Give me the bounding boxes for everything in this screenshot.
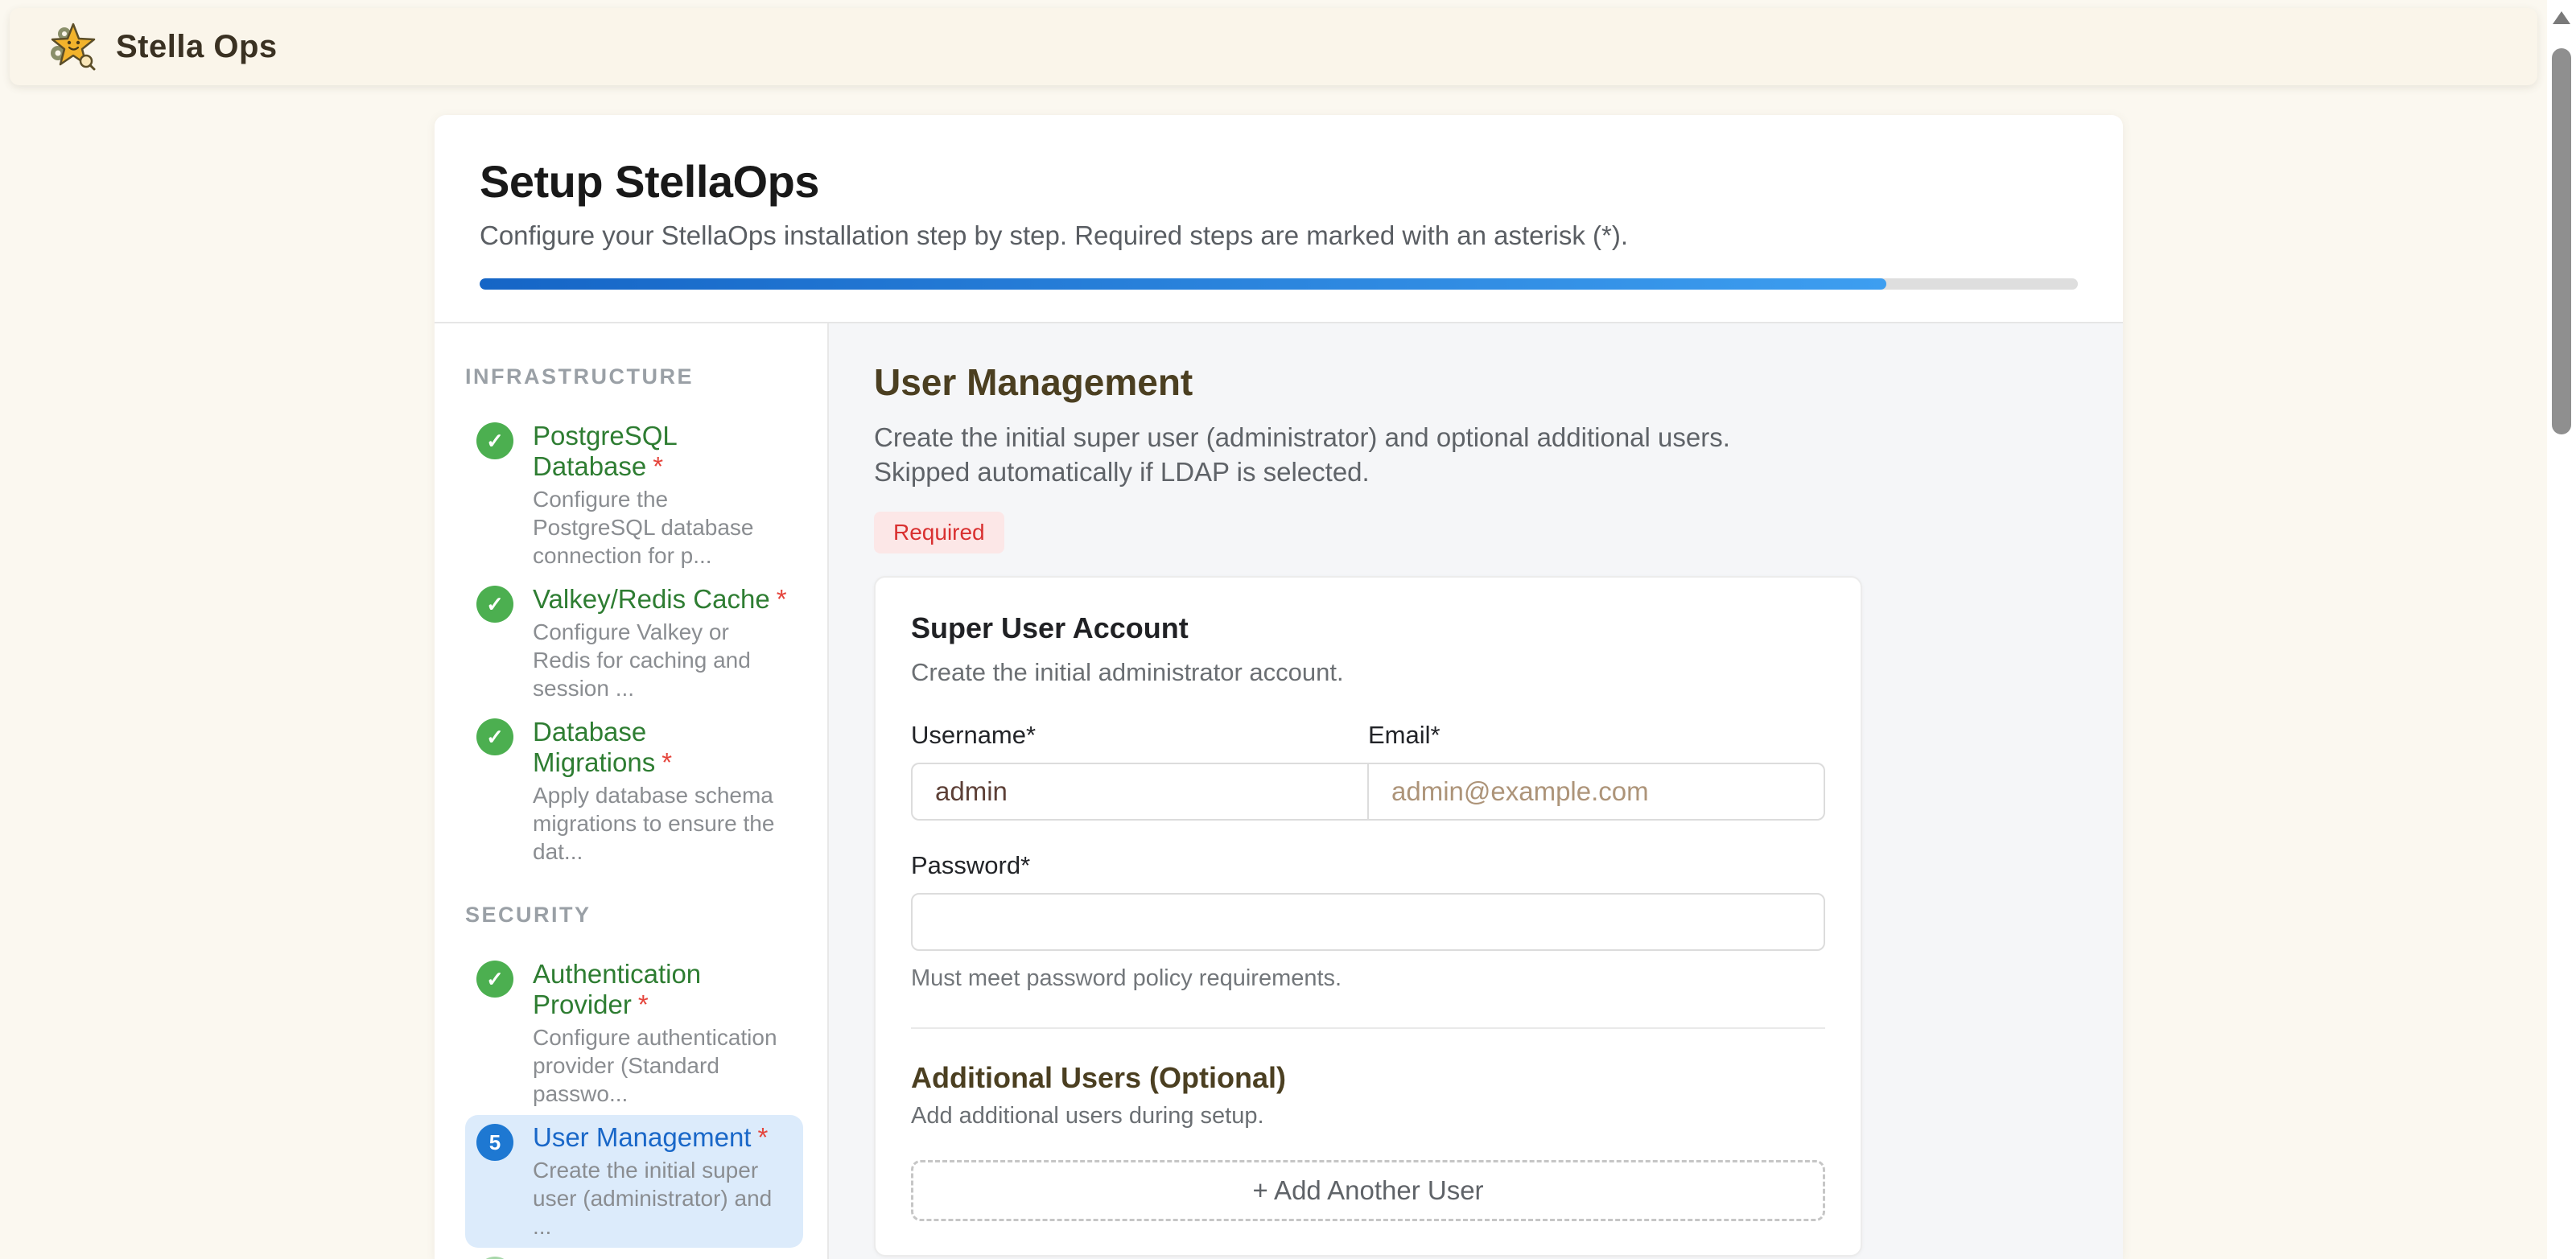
step-complete-check-icon: ✓ <box>476 586 513 623</box>
sidebar-item-user-management[interactable]: 5 User Management* Create the initial su… <box>465 1115 803 1248</box>
username-input[interactable] <box>911 763 1368 821</box>
step-description: Configure authentication provider (Stand… <box>533 1023 792 1108</box>
email-input[interactable] <box>1368 763 1825 821</box>
required-asterisk: * <box>653 451 663 481</box>
step-title: Valkey/Redis Cache* <box>533 584 792 615</box>
wizard-header: Setup StellaOps Configure your StellaOps… <box>435 115 2123 322</box>
password-input[interactable] <box>911 893 1825 951</box>
step-description: Create the initial super user (administr… <box>533 1156 792 1240</box>
sidebar-item-valkey-redis-cache[interactable]: ✓ Valkey/Redis Cache* Configure Valkey o… <box>465 577 803 710</box>
required-asterisk: * <box>662 747 672 777</box>
step-content-area: User Management Create the initial super… <box>829 323 2123 1259</box>
required-asterisk: * <box>777 584 787 614</box>
sidebar-item-postgresql-database[interactable]: ✓ PostgreSQL Database* Configure the Pos… <box>465 413 803 577</box>
panel-divider <box>911 1027 1825 1029</box>
panel-title: Super User Account <box>911 611 1825 645</box>
email-label: Email* <box>1368 721 1825 750</box>
super-user-account-panel: Super User Account Create the initial ad… <box>874 576 1862 1257</box>
page-subtitle: Configure your StellaOps installation st… <box>480 220 2078 251</box>
step-title: User Management* <box>533 1122 792 1153</box>
required-asterisk: * <box>638 990 649 1019</box>
step-complete-check-icon: ✓ <box>476 961 513 998</box>
required-badge: Required <box>874 512 1004 553</box>
required-asterisk: * <box>757 1122 768 1152</box>
page-title: Setup StellaOps <box>480 155 2078 208</box>
step-number-badge: 5 <box>476 1124 513 1161</box>
additional-users-title: Additional Users (Optional) <box>911 1061 1825 1095</box>
step-title: Authentication Provider* <box>533 959 792 1020</box>
add-another-user-button[interactable]: + Add Another User <box>911 1160 1825 1221</box>
setup-wizard-card: Setup StellaOps Configure your StellaOps… <box>435 115 2123 1259</box>
step-title: Cryptographic Provider <box>533 1255 792 1259</box>
panel-subtitle: Create the initial administrator account… <box>911 658 1825 687</box>
step-heading: User Management <box>874 360 2123 404</box>
step-sidebar: INFRASTRUCTURE ✓ PostgreSQL Database* Co… <box>435 323 829 1259</box>
step-description: Configure Valkey or Redis for caching an… <box>533 618 792 702</box>
stella-ops-logo-icon <box>48 23 98 71</box>
progress-fill <box>480 278 1886 290</box>
section-label-infrastructure: INFRASTRUCTURE <box>465 364 803 389</box>
step-description: Apply database schema migrations to ensu… <box>533 781 792 866</box>
setup-progress-bar <box>480 278 2078 290</box>
step-title: Database Migrations* <box>533 717 792 778</box>
sidebar-item-database-migrations[interactable]: ✓ Database Migrations* Apply database sc… <box>465 710 803 873</box>
page-scrollbar[interactable] <box>2547 0 2576 1259</box>
password-helper-text: Must meet password policy requirements. <box>911 965 1825 992</box>
password-label: Password* <box>911 851 1825 880</box>
section-label-security: SECURITY <box>465 902 803 928</box>
additional-users-subtitle: Add additional users during setup. <box>911 1103 1825 1129</box>
step-heading-description: Create the initial super user (administr… <box>874 420 1767 489</box>
step-title: PostgreSQL Database* <box>533 421 792 482</box>
scrollbar-up-arrow-icon[interactable] <box>2553 11 2570 24</box>
step-description: Configure the PostgreSQL database connec… <box>533 485 792 570</box>
brand-title: Stella Ops <box>116 29 278 65</box>
sidebar-item-authentication-provider[interactable]: ✓ Authentication Provider* Configure aut… <box>465 952 803 1115</box>
username-label: Username* <box>911 721 1368 750</box>
app-header: Stella Ops <box>10 8 2537 85</box>
scrollbar-thumb[interactable] <box>2552 48 2571 434</box>
sidebar-item-cryptographic-provider[interactable]: ✓ Cryptographic Provider Select cryptogr… <box>465 1248 803 1259</box>
step-complete-check-icon: ✓ <box>476 422 513 459</box>
step-complete-check-icon: ✓ <box>476 718 513 755</box>
